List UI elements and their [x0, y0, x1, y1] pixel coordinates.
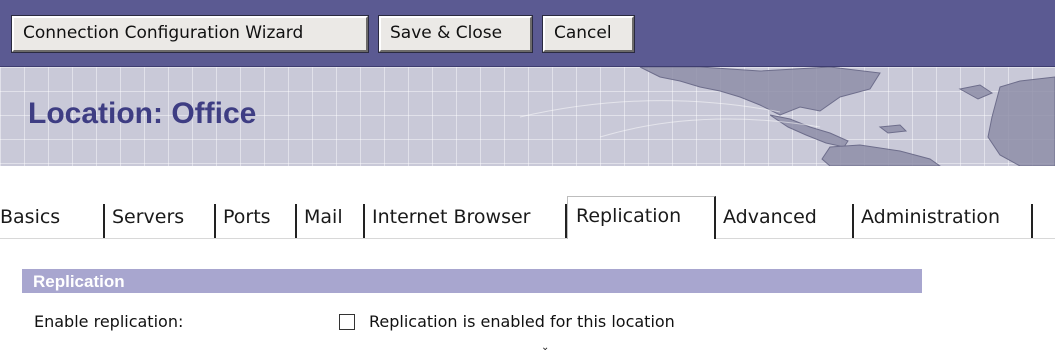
- tab-advanced[interactable]: Advanced: [716, 204, 854, 238]
- action-toolbar: Connection Configuration Wizard Save & C…: [0, 0, 1055, 67]
- location-document-page: Connection Configuration Wizard Save & C…: [0, 0, 1055, 354]
- tab-servers[interactable]: Servers: [105, 204, 216, 238]
- tab-internet-browser[interactable]: Internet Browser: [365, 204, 567, 238]
- connection-configuration-wizard-button[interactable]: Connection Configuration Wizard: [11, 15, 369, 53]
- tab-mail[interactable]: Mail: [297, 204, 365, 238]
- tab-basics[interactable]: Basics: [0, 204, 105, 238]
- tab-ports[interactable]: Ports: [216, 204, 297, 238]
- location-title: Location: Office: [28, 97, 257, 130]
- cancel-button[interactable]: Cancel: [542, 15, 635, 53]
- location-tabs: Basics Servers Ports Mail Internet Brows…: [0, 194, 1055, 240]
- replication-enabled-checkbox-label[interactable]: Replication is enabled for this location: [369, 312, 675, 331]
- replication-enabled-checkbox[interactable]: [339, 314, 355, 330]
- replication-section-header: Replication: [22, 269, 922, 293]
- tabs-divider: [0, 238, 1055, 239]
- tab-administration[interactable]: Administration: [854, 204, 1033, 238]
- field-marker-icon: ⌄: [541, 342, 550, 353]
- tab-replication[interactable]: Replication: [567, 196, 716, 239]
- save-and-close-button[interactable]: Save & Close: [378, 15, 533, 53]
- enable-replication-label: Enable replication:: [34, 312, 184, 331]
- location-banner: Location: Office: [0, 67, 1055, 166]
